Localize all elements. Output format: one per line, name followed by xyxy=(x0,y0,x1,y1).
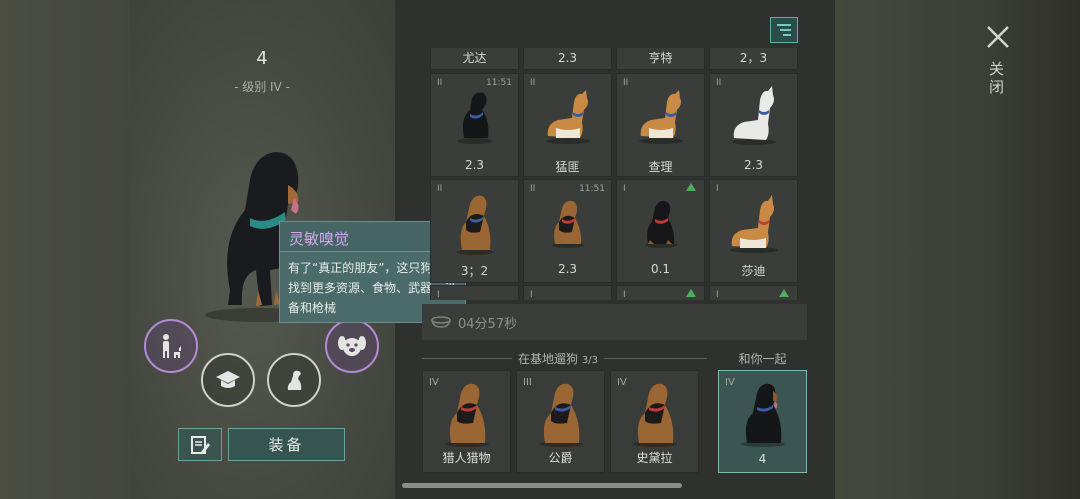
base-dog-slot[interactable]: III 公爵 xyxy=(516,370,605,473)
dog-portrait xyxy=(729,195,778,253)
upgrade-arrow-icon xyxy=(686,289,696,297)
dog-card[interactable]: I xyxy=(709,285,798,300)
upgrade-arrow-icon xyxy=(779,289,789,297)
dog-portrait xyxy=(456,92,493,144)
dog-card[interactable]: 亨特 xyxy=(616,48,705,70)
dog-name: 4 xyxy=(758,452,767,466)
close-icon[interactable] xyxy=(985,24,1011,50)
dog-name: 史黛拉 xyxy=(636,451,673,465)
dog-name: 查理 xyxy=(648,160,673,174)
horizontal-scrollbar[interactable] xyxy=(402,483,682,488)
dog-card[interactable]: II 猛匪 xyxy=(523,73,612,177)
dog-tier: I xyxy=(716,290,719,300)
walk-dog-button[interactable] xyxy=(144,319,198,373)
dog-tier: II xyxy=(437,78,443,88)
dog-card[interactable]: II 3；2 xyxy=(430,179,519,283)
base-walk-count: 3/3 xyxy=(581,355,598,366)
dog-card[interactable]: I 莎迪 xyxy=(709,179,798,283)
sit-dog-icon xyxy=(287,370,302,390)
dog-name: 公爵 xyxy=(548,451,573,465)
base-dog-slot[interactable]: IV 史黛拉 xyxy=(610,370,699,473)
dog-tier: II xyxy=(716,78,722,88)
filter-button[interactable] xyxy=(770,17,798,43)
dog-portrait xyxy=(644,200,677,248)
base-walk-title: 在基地遛狗 xyxy=(518,352,579,366)
dog-name: 2.3 xyxy=(464,158,485,172)
dog-card[interactable]: I 0.1 xyxy=(616,179,705,283)
dog-name: 2，3 xyxy=(739,51,768,65)
dog-card[interactable]: II 2.3 xyxy=(709,73,798,177)
dog-portrait xyxy=(456,195,493,255)
dog-portrait xyxy=(638,90,683,144)
equip-button[interactable]: 装备 xyxy=(228,428,345,461)
dog-tier: II xyxy=(530,184,536,194)
dog-level-label: - 级别 IV - xyxy=(234,80,290,94)
dog-tier: II xyxy=(623,78,629,88)
dog-name: 亨特 xyxy=(648,51,673,65)
dog-card[interactable]: I xyxy=(523,285,612,300)
dog-tier: I xyxy=(530,290,533,300)
dog-name: 2.3 xyxy=(557,262,578,276)
dog-portrait xyxy=(551,200,584,248)
dog-name: 猛匪 xyxy=(555,160,580,174)
dog-face-icon xyxy=(338,336,366,356)
dog-card[interactable]: I xyxy=(430,285,519,300)
dog-portrait xyxy=(538,383,583,447)
notes-button[interactable] xyxy=(178,428,222,461)
dog-name: 2.3 xyxy=(743,158,764,172)
base-dog-slot[interactable]: IV 猎人猎物 xyxy=(422,370,511,473)
dog-timer: 11:51 xyxy=(486,78,512,88)
dog-name: 猎人猎物 xyxy=(442,451,491,465)
dog-name: 2.3 xyxy=(557,51,578,65)
training-icon xyxy=(216,371,240,388)
food-bowl-icon xyxy=(431,316,451,328)
dog-card[interactable]: II 11:51 2.3 xyxy=(523,179,612,283)
dog-grid: 尤达 2.3 亨特 2，3 II 11:51 2.3 II 猛匪 II 查理 I… xyxy=(430,48,802,300)
upgrade-arrow-icon xyxy=(686,183,696,191)
dog-card[interactable]: I xyxy=(616,285,705,300)
dog-portrait xyxy=(731,86,776,145)
dog-tier: I xyxy=(437,290,440,300)
companion-dog-slot[interactable]: IV 4 xyxy=(718,370,807,473)
dog-tier: I xyxy=(716,184,719,194)
dog-name: 3；2 xyxy=(460,264,489,278)
walk-timer-row: 04分57秒 xyxy=(422,304,807,340)
dog-card[interactable]: 2.3 xyxy=(523,48,612,70)
dog-portrait xyxy=(545,90,590,144)
dog-portrait xyxy=(632,383,677,447)
dog-level-number: 4 xyxy=(256,48,268,69)
walk-icon xyxy=(163,334,181,358)
with-you-label: 和你一起 xyxy=(738,352,787,366)
walk-timer-text: 04分57秒 xyxy=(458,316,518,332)
dog-portrait xyxy=(740,383,785,447)
dog-name: 莎迪 xyxy=(741,264,766,278)
close-label[interactable]: 关闭 xyxy=(989,60,1007,96)
background-right xyxy=(835,0,1080,499)
dog-tier: II xyxy=(530,78,536,88)
dog-card[interactable]: II 11:51 2.3 xyxy=(430,73,519,177)
dog-card[interactable]: II 查理 xyxy=(616,73,705,177)
base-walk-label: 在基地遛狗 3/3 xyxy=(512,350,604,367)
filter-icon xyxy=(777,24,791,36)
notes-icon xyxy=(191,435,210,454)
dog-name: 0.1 xyxy=(650,262,671,276)
dog-skill-button[interactable] xyxy=(325,319,379,373)
dog-portrait xyxy=(444,383,489,447)
dog-tier: I xyxy=(623,290,626,300)
dog-card[interactable]: 2，3 xyxy=(709,48,798,70)
dog-card[interactable]: 尤达 xyxy=(430,48,519,70)
dog-sit-button[interactable] xyxy=(267,353,321,407)
dog-name: 尤达 xyxy=(462,51,487,65)
dog-tier: II xyxy=(437,184,443,194)
dog-tier: I xyxy=(623,184,626,194)
dog-timer: 11:51 xyxy=(579,184,605,194)
base-walk-header: 在基地遛狗 3/3 xyxy=(422,350,707,367)
background-left xyxy=(0,0,130,499)
training-button[interactable] xyxy=(201,353,255,407)
